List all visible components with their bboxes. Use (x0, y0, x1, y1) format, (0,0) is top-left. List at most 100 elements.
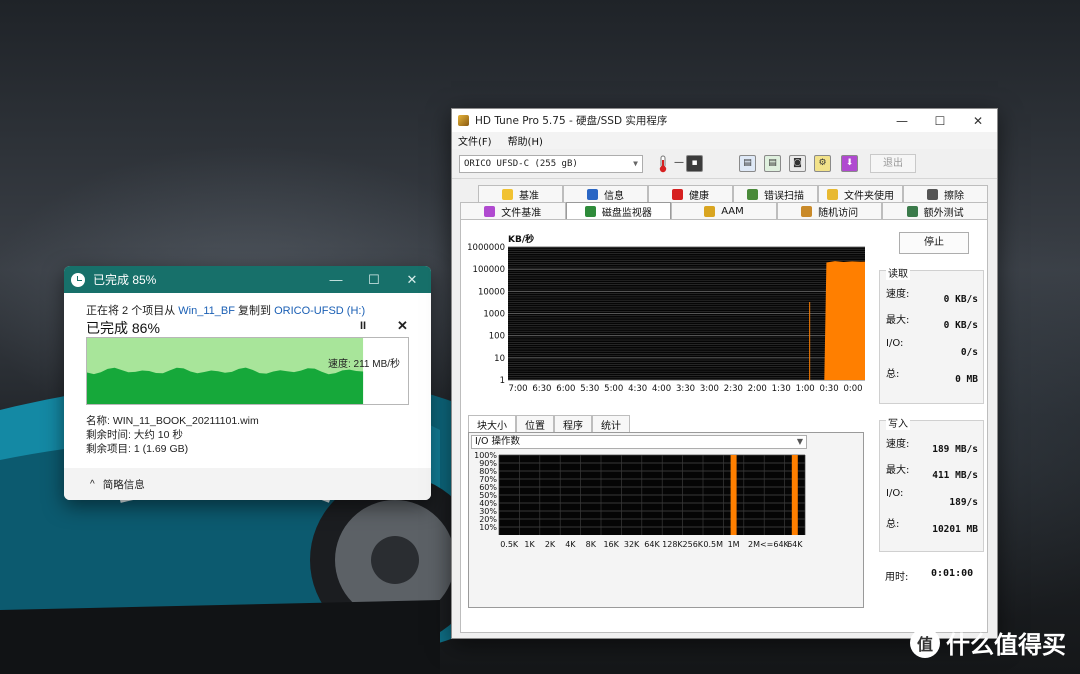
less-details-toggle[interactable]: ^ 简略信息 (64, 468, 431, 500)
copy-results-icon[interactable]: ▤ (764, 155, 781, 172)
x-tick-label: 5:00 (604, 384, 623, 394)
stop-button[interactable]: 停止 (899, 232, 969, 254)
y-tick-label: 100000 (473, 265, 505, 275)
transfer-speed-graph (86, 337, 409, 405)
block-bar (791, 455, 798, 535)
tab-health[interactable]: 健康 (648, 185, 733, 202)
copy-desc-middle: 复制到 (234, 305, 275, 317)
menu-help[interactable]: 帮助(H) (508, 133, 543, 148)
drive-select[interactable]: ORICO UFSD-C (255 gB) ▼ (459, 155, 643, 173)
block-x-tick: 128K (662, 540, 683, 549)
hdtune-titlebar: HD Tune Pro 5.75 - 硬盘/SSD 实用程序 — ☐ ✕ (452, 109, 997, 132)
close-button[interactable]: ✕ (393, 272, 431, 288)
write-max-value: 411 MB/s (932, 470, 978, 481)
chart-unit-label: KB/秒 (508, 233, 534, 245)
tab-label: 文件夹使用 (844, 190, 894, 202)
write-max-label: 最大: (886, 465, 910, 476)
throughput-chart: KB/秒 1 10 100 1000 10000 100000 1000000 7:00 6:30… (467, 233, 865, 394)
read-speed-label: 速度: (886, 289, 910, 300)
tab-error-scan[interactable]: 错误扫描 (733, 185, 818, 202)
write-max-row: 最大: 411 MB/s (886, 461, 978, 481)
minimize-button[interactable]: — (317, 272, 355, 288)
destination-drive-link[interactable]: ORICO-UFSD (H:) (274, 305, 365, 317)
speed-graph-svg (87, 338, 364, 404)
disk-monitor-panel: KB/秒 1 10 100 1000 10000 100000 1000000 7:00 6:30… (460, 219, 988, 633)
tab-label: 信息 (604, 190, 624, 202)
block-y-tick: 40% (479, 499, 497, 508)
copy-dialog-titlebar: 已完成 85% — ☐ ✕ (64, 266, 431, 293)
file-icon (484, 205, 496, 217)
sub-tabs: 块大小 位置 程序 统计 (468, 415, 630, 433)
block-y-tick: 60% (479, 483, 497, 492)
tab-aam[interactable]: AAM (671, 202, 777, 219)
maximize-button[interactable]: ☐ (355, 272, 393, 288)
tab-disk-monitor[interactable]: 磁盘监视器 (565, 202, 672, 219)
stop-copy-button[interactable]: ✕ (397, 318, 408, 334)
block-x-tick: <=64K (760, 540, 790, 549)
y-tick-label: 100 (489, 332, 505, 342)
block-x-tick: 8K (586, 540, 597, 549)
tab-label: 随机访问 (818, 207, 859, 219)
block-x-tick: 4K (565, 540, 576, 549)
tab-folder-usage[interactable]: 文件夹使用 (818, 185, 903, 202)
menu-file[interactable]: 文件(F) (458, 133, 492, 148)
x-tick-label: 1:30 (772, 384, 791, 394)
io-metric-select[interactable]: I/O 操作数 ▼ (471, 435, 807, 449)
block-x-tick: 64K (644, 540, 660, 549)
block-x-tick: 32K (624, 540, 640, 549)
block-x-tick: 2M (748, 540, 760, 549)
write-stats: 写入 速度: 189 MB/s 最大: 411 MB/s I/O: 189/s 总: 1… (879, 415, 984, 552)
subtab-position[interactable]: 位置 (516, 415, 554, 433)
tab-file-benchmark[interactable]: 文件基准 (460, 202, 566, 219)
speaker-icon (704, 205, 716, 217)
less-details-label: 简略信息 (102, 478, 145, 491)
write-speed-row: 速度: 189 MB/s (886, 435, 978, 455)
write-total-value: 10201 MB (932, 524, 978, 535)
block-y-tick: 100% (474, 451, 497, 460)
tab-label: 健康 (689, 190, 709, 202)
tab-info[interactable]: 信息 (563, 185, 648, 202)
x-tick-label: 1:00 (796, 384, 815, 394)
read-total-value: 0 MB (955, 374, 978, 385)
block-x-tick: 1K (524, 540, 535, 549)
random-chart-icon (801, 205, 813, 217)
source-folder-link[interactable]: Win_11_BF (178, 305, 235, 317)
trash-icon (927, 188, 938, 200)
tab-erase[interactable]: 擦除 (903, 185, 988, 202)
tab-label: AAM (721, 205, 744, 217)
subtab-block-size[interactable]: 块大小 (468, 415, 516, 433)
y-tick-label: 1000000 (467, 243, 505, 253)
block-x-tick: 256K (683, 540, 704, 549)
pause-button[interactable]: II (360, 320, 366, 332)
save-icon[interactable]: ▪ (686, 155, 703, 172)
tab-extra-tests[interactable]: 额外测试 (882, 202, 988, 219)
monitor-chart-icon (584, 205, 596, 217)
download-icon[interactable]: ⬇ (841, 155, 858, 172)
minimize-button[interactable]: — (883, 114, 921, 128)
tab-random-access[interactable]: 随机访问 (776, 202, 883, 219)
tab-benchmark[interactable]: 基准 (478, 185, 563, 202)
subtab-program[interactable]: 程序 (554, 415, 592, 433)
block-y-tick: 30% (479, 507, 497, 516)
write-header: 写入 (886, 415, 910, 430)
write-speed-label: 速度: (886, 439, 910, 450)
drive-select-value: ORICO UFSD-C (255 gB) (464, 159, 578, 169)
subtab-statistics[interactable]: 统计 (592, 415, 630, 433)
write-throughput-area (822, 261, 865, 380)
block-size-panel: I/O 操作数 ▼ 10% 20% 30% 40% 50% 60% 70% 80% 90% 100… (468, 432, 864, 608)
camera-icon[interactable]: ◙ (789, 155, 806, 172)
y-tick-label: 10000 (478, 287, 505, 297)
read-speed-row: 速度: 0 KB/s (886, 285, 978, 305)
write-io-value: 189/s (949, 497, 978, 508)
maximize-button[interactable]: ☐ (921, 114, 959, 128)
tab-label: 擦除 (944, 190, 964, 202)
close-button[interactable]: ✕ (959, 114, 997, 128)
block-bar (730, 455, 737, 535)
copy-info-icon[interactable]: ▤ (739, 155, 756, 172)
block-y-tick: 90% (479, 459, 497, 468)
folder-icon (827, 188, 838, 200)
write-total-label: 总: (886, 519, 900, 530)
exit-button[interactable]: 退出 (870, 154, 916, 173)
copy-dialog-title: 已完成 85% (93, 273, 157, 287)
options-icon[interactable]: ⚙ (814, 155, 831, 172)
